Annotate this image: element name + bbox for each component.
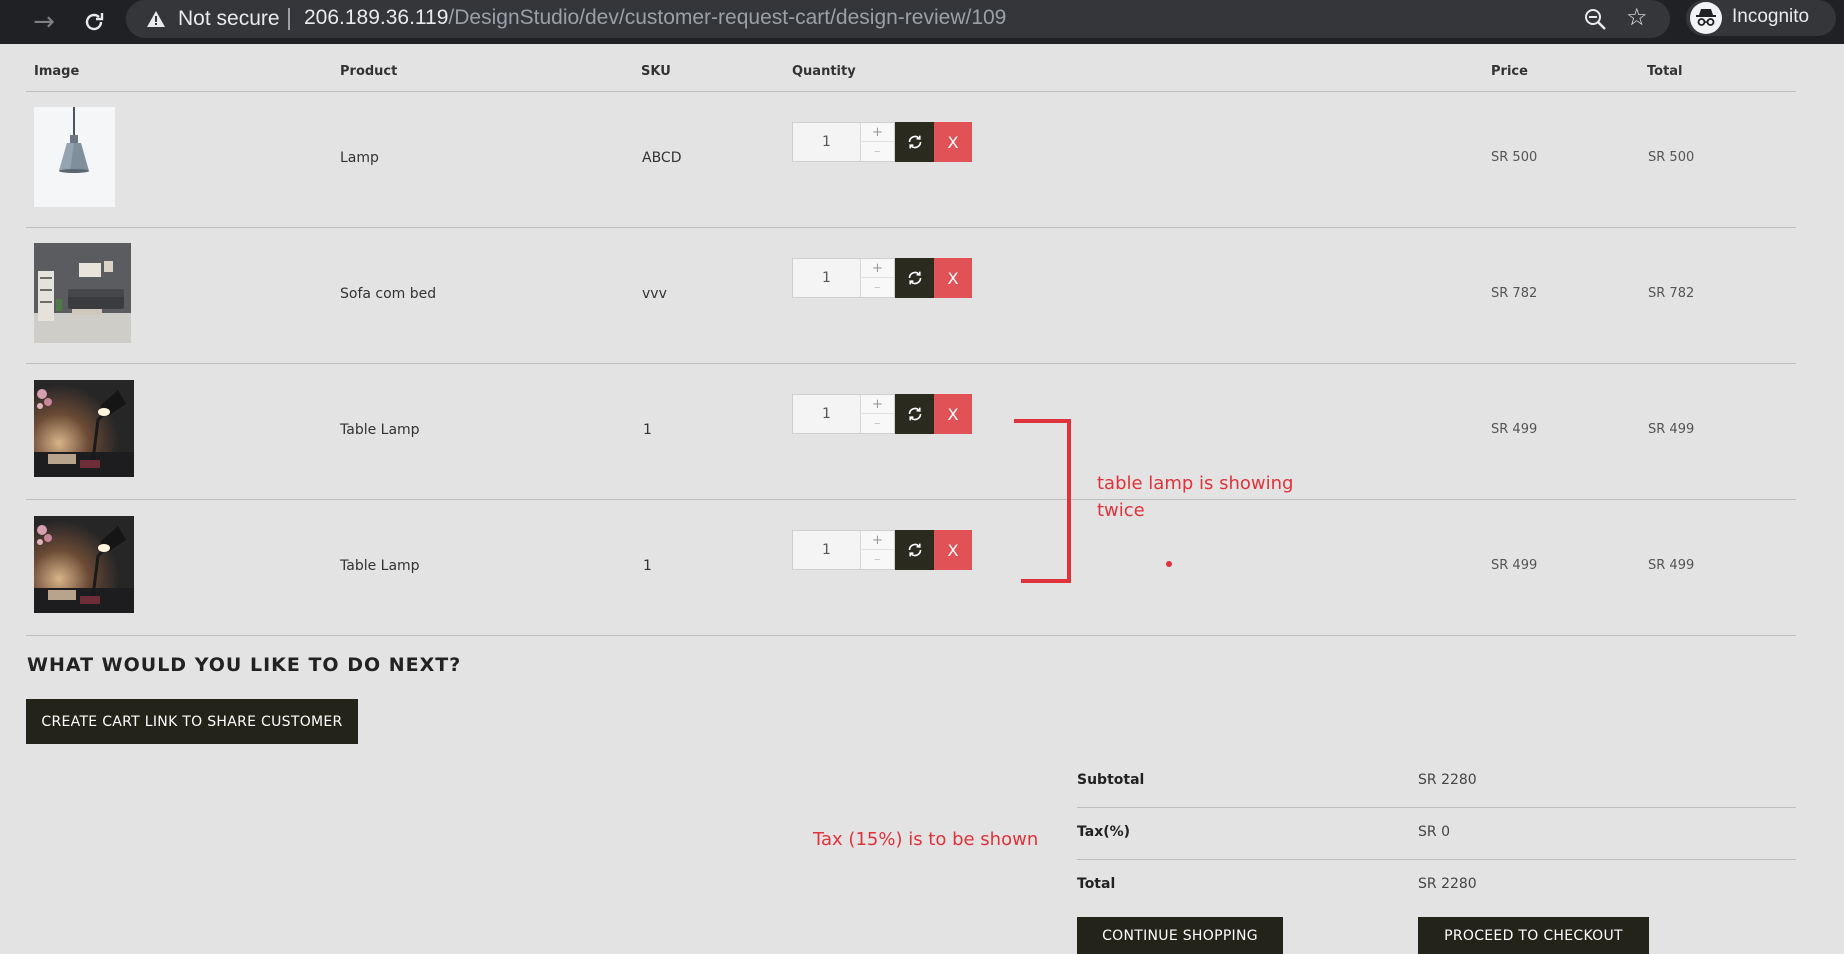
refresh-icon xyxy=(908,543,921,557)
remove-item-button[interactable]: X xyxy=(934,394,972,434)
total-label: Total xyxy=(1077,876,1116,892)
quantity-increase-button[interactable]: + xyxy=(860,259,894,278)
product-sku: 1 xyxy=(643,422,652,438)
quantity-input[interactable] xyxy=(793,395,860,433)
warning-icon xyxy=(147,11,165,27)
header-price: Price xyxy=(1491,64,1528,79)
subtotal-label: Subtotal xyxy=(1077,772,1145,788)
zoom-icon[interactable] xyxy=(1582,6,1608,32)
security-label[interactable]: Not secure xyxy=(178,7,280,31)
browser-toolbar: → Not secure 206.189.36.119/DesignStudio… xyxy=(0,0,1844,44)
quantity-decrease-button[interactable]: – xyxy=(860,278,894,297)
update-quantity-button[interactable] xyxy=(895,530,934,570)
continue-shopping-button[interactable]: CONTINUE SHOPPING xyxy=(1077,917,1283,954)
quantity-input[interactable] xyxy=(793,259,860,297)
header-sku: SKU xyxy=(641,64,671,79)
incognito-badge[interactable]: Incognito xyxy=(1686,0,1836,36)
quantity-decrease-button[interactable]: – xyxy=(860,142,894,161)
row-divider xyxy=(26,635,1796,636)
product-name: Table Lamp xyxy=(340,558,420,574)
unit-price: SR 782 xyxy=(1491,286,1538,301)
header-image: Image xyxy=(34,64,80,79)
line-total: SR 499 xyxy=(1648,558,1695,573)
totals-divider xyxy=(1077,859,1796,860)
product-sku: 1 xyxy=(643,558,652,574)
subtotal-value: SR 2280 xyxy=(1418,772,1477,788)
quantity-stepper: + – xyxy=(792,394,895,434)
product-image-table-lamp[interactable] xyxy=(34,516,134,613)
tax-annotation: Tax (15%) is to be shown xyxy=(813,829,1039,850)
unit-price: SR 499 xyxy=(1491,558,1538,573)
total-value: SR 2280 xyxy=(1418,876,1477,892)
remove-item-button[interactable]: X xyxy=(934,258,972,298)
quantity-stepper: + – xyxy=(792,258,895,298)
product-image-lamp[interactable] xyxy=(34,107,115,207)
reload-icon[interactable] xyxy=(76,4,112,40)
update-quantity-button[interactable] xyxy=(895,258,934,298)
refresh-icon xyxy=(908,271,921,285)
incognito-icon xyxy=(1690,2,1722,34)
unit-price: SR 499 xyxy=(1491,422,1538,437)
proceed-to-checkout-button[interactable]: PROCEED TO CHECKOUT xyxy=(1418,917,1649,954)
url-path: /DesignStudio/dev/customer-request-cart/… xyxy=(448,6,1007,29)
remove-item-button[interactable]: X xyxy=(934,530,972,570)
product-image-sofa[interactable] xyxy=(34,243,131,343)
header-quantity: Quantity xyxy=(792,64,856,79)
update-quantity-button[interactable] xyxy=(895,394,934,434)
line-total: SR 499 xyxy=(1648,422,1695,437)
product-image-table-lamp[interactable] xyxy=(34,380,134,477)
table-row: Sofa com bed vvv + – X SR 782 SR 782 xyxy=(0,228,1844,364)
bookmark-star-icon[interactable]: ☆ xyxy=(1626,3,1648,31)
product-sku: vvv xyxy=(642,286,667,302)
table-row: Table Lamp 1 + – X SR 499 SR 499 xyxy=(0,500,1844,636)
forward-arrow-icon[interactable]: → xyxy=(26,4,62,40)
product-name: Table Lamp xyxy=(340,422,420,438)
product-name: Sofa com bed xyxy=(340,286,437,302)
address-bar[interactable]: Not secure 206.189.36.119/DesignStudio/d… xyxy=(126,0,1670,38)
totals-divider xyxy=(1077,807,1796,808)
update-quantity-button[interactable] xyxy=(895,122,934,162)
header-total: Total xyxy=(1647,64,1683,79)
line-total: SR 782 xyxy=(1648,286,1695,301)
line-total: SR 500 xyxy=(1648,150,1695,165)
quantity-decrease-button[interactable]: – xyxy=(860,414,894,433)
tax-value: SR 0 xyxy=(1418,824,1450,840)
quantity-stepper: + – xyxy=(792,122,895,162)
url-host: 206.189.36.119 xyxy=(304,6,449,29)
quantity-decrease-button[interactable]: – xyxy=(860,550,894,569)
tax-label: Tax(%) xyxy=(1077,824,1131,840)
next-actions-heading: WHAT WOULD YOU LIKE TO DO NEXT? xyxy=(27,654,462,676)
duplicate-item-annotation: table lamp is showing twice xyxy=(1097,470,1293,524)
unit-price: SR 500 xyxy=(1491,150,1538,165)
annotation-line: twice xyxy=(1097,500,1145,521)
url-text[interactable]: 206.189.36.119/DesignStudio/dev/customer… xyxy=(304,6,1006,30)
refresh-icon xyxy=(908,135,921,149)
product-name: Lamp xyxy=(340,150,379,166)
table-row: Table Lamp 1 + – X SR 499 SR 499 xyxy=(0,364,1844,500)
address-separator xyxy=(288,8,290,30)
annotation-dot xyxy=(1166,561,1172,567)
duplicate-bracket-annotation xyxy=(1014,419,1071,583)
incognito-label: Incognito xyxy=(1732,6,1810,27)
annotation-line: table lamp is showing xyxy=(1097,473,1294,494)
quantity-input[interactable] xyxy=(793,123,860,161)
quantity-increase-button[interactable]: + xyxy=(860,395,894,414)
remove-item-button[interactable]: X xyxy=(934,122,972,162)
quantity-stepper: + – xyxy=(792,530,895,570)
refresh-icon xyxy=(908,407,921,421)
create-cart-link-button[interactable]: CREATE CART LINK TO SHARE CUSTOMER xyxy=(26,699,358,744)
quantity-increase-button[interactable]: + xyxy=(860,531,894,550)
quantity-input[interactable] xyxy=(793,531,860,569)
quantity-increase-button[interactable]: + xyxy=(860,123,894,142)
product-sku: ABCD xyxy=(642,150,682,166)
table-row: Lamp ABCD + – X SR 500 SR 500 xyxy=(0,92,1844,228)
header-product: Product xyxy=(340,64,398,79)
